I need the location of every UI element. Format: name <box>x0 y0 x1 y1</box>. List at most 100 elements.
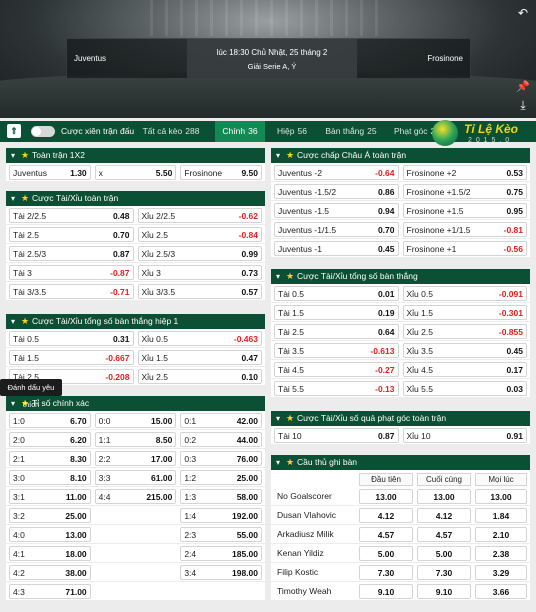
odds-cell[interactable]: 1:4 192.00 <box>180 508 262 523</box>
favorite-star-icon[interactable]: ★ <box>286 269 294 284</box>
odds-cell[interactable]: Tài 1.5 -0.667 <box>9 350 134 365</box>
scorer-odds-any[interactable]: 3.66 <box>475 584 527 599</box>
scorer-odds-first[interactable]: 13.00 <box>359 489 413 504</box>
scorer-odds-last[interactable]: 9.10 <box>417 584 471 599</box>
panel-header[interactable]: ▾★Tỉ số chính xác <box>6 396 265 411</box>
odds-cell[interactable]: 4:4 215.00 <box>94 489 177 504</box>
scorer-odds-last[interactable]: 4.57 <box>417 527 471 542</box>
odds-cell[interactable]: 1:2 25.00 <box>180 470 262 485</box>
odds-cell[interactable]: Xỉu 2.5 -0.84 <box>137 227 262 242</box>
odds-cell[interactable]: 4:0 13.00 <box>9 527 91 542</box>
odds-cell[interactable]: Xỉu 2.5 0.10 <box>137 369 262 384</box>
odds-cell[interactable]: 3:3 61.00 <box>94 470 177 485</box>
scorer-odds-last[interactable]: 7.30 <box>417 565 471 580</box>
panel-header[interactable]: ▾ ★ Cược Tài/Xỉu số quả phạt góc toàn trận <box>271 411 530 426</box>
odds-cell[interactable]: 2:3 55.00 <box>180 527 262 542</box>
panel-header[interactable]: ▾ ★ Cược Tài/Xỉu tổng số bàn thắng hiệp 1 <box>6 314 265 329</box>
odds-cell[interactable]: Xỉu 2.5 -0.855 <box>402 324 527 339</box>
odds-cell[interactable]: Xỉu 0.5 -0.091 <box>402 286 527 301</box>
odds-cell[interactable]: Tài 2/2.5 0.48 <box>9 208 134 223</box>
favorite-star-icon[interactable]: ★ <box>286 411 294 426</box>
favorite-star-icon[interactable]: ★ <box>21 191 29 206</box>
odds-cell[interactable]: Frosinone 9.50 <box>180 165 262 180</box>
favorite-star-icon[interactable]: ★ <box>286 455 294 470</box>
odds-cell[interactable]: 0:2 44.00 <box>180 432 262 447</box>
panel-header[interactable]: ▾ ★ Cược chấp Châu Á toàn trận <box>271 148 530 163</box>
scorer-odds-first[interactable]: 4.12 <box>359 508 413 523</box>
odds-cell[interactable]: Tài 5.5 -0.13 <box>274 381 399 396</box>
scorer-odds-any[interactable]: 13.00 <box>475 489 527 504</box>
scorer-odds-any[interactable]: 1.84 <box>475 508 527 523</box>
odds-cell[interactable]: Tài 2.5/3 0.87 <box>9 246 134 261</box>
odds-cell[interactable]: 2:0 6.20 <box>9 432 91 447</box>
odds-cell[interactable]: Tài 2.5 0.64 <box>274 324 399 339</box>
odds-cell[interactable]: 3:4 198.00 <box>180 565 262 580</box>
tab-half[interactable]: Hiệp 56 <box>270 121 314 142</box>
odds-cell[interactable]: Xỉu 3/3.5 0.57 <box>137 284 262 299</box>
scorer-odds-first[interactable]: 4.57 <box>359 527 413 542</box>
odds-cell[interactable]: 1:1 8.50 <box>94 432 177 447</box>
favorite-star-icon[interactable]: ★ <box>286 148 294 163</box>
odds-cell[interactable]: Tài 3.5 -0.613 <box>274 343 399 358</box>
odds-cell[interactable]: Xỉu 1.5 0.47 <box>137 350 262 365</box>
odds-cell[interactable]: Xỉu 3.5 0.45 <box>402 343 527 358</box>
odds-cell[interactable]: 1:3 58.00 <box>180 489 262 504</box>
odds-cell[interactable]: Frosinone +1.5 0.95 <box>402 203 527 218</box>
odds-cell[interactable]: Xỉu 5.5 0.03 <box>402 381 527 396</box>
odds-cell[interactable]: Tài 3/3.5 -0.71 <box>9 284 134 299</box>
odds-cell[interactable]: Xỉu 3 0.73 <box>137 265 262 280</box>
odds-cell[interactable]: 3:2 25.00 <box>9 508 91 523</box>
favorite-star-icon[interactable]: ★ <box>21 314 29 329</box>
odds-cell[interactable]: Tài 0.5 0.31 <box>9 331 134 346</box>
scorer-odds-first[interactable]: 5.00 <box>359 546 413 561</box>
odds-cell[interactable]: 2:4 185.00 <box>180 546 262 561</box>
scorer-odds-last[interactable]: 4.12 <box>417 508 471 523</box>
odds-cell[interactable]: Tài 1.5 0.19 <box>274 305 399 320</box>
odds-cell[interactable]: Tài 2.5 0.70 <box>9 227 134 242</box>
odds-cell[interactable]: Juventus -2 -0.64 <box>274 165 399 180</box>
favorite-star-icon[interactable]: ★ <box>21 148 29 163</box>
odds-cell[interactable]: x 5.50 <box>94 165 177 180</box>
back-icon[interactable]: ↶ <box>516 6 530 20</box>
odds-cell[interactable]: Xỉu 2.5/3 0.99 <box>137 246 262 261</box>
odds-cell[interactable]: 2:2 17.00 <box>94 451 177 466</box>
scorer-odds-any[interactable]: 3.29 <box>475 565 527 580</box>
accumulator-toggle[interactable] <box>31 126 55 137</box>
odds-cell[interactable]: Juventus -1/1.5 0.70 <box>274 222 399 237</box>
odds-cell[interactable]: 0:3 76.00 <box>180 451 262 466</box>
pin-icon[interactable]: 📌 <box>516 80 530 94</box>
odds-cell[interactable]: Frosinone +2 0.53 <box>402 165 527 180</box>
tab-main[interactable]: Chính 36 <box>215 121 265 142</box>
odds-cell[interactable]: Xỉu 2/2.5 -0.62 <box>137 208 262 223</box>
scorer-odds-first[interactable]: 9.10 <box>359 584 413 599</box>
odds-cell[interactable]: Tài 10 0.87 <box>274 428 399 443</box>
odds-cell[interactable]: 4:3 71.00 <box>9 584 91 599</box>
odds-cell[interactable]: 4:1 18.00 <box>9 546 91 561</box>
odds-cell[interactable]: Frosinone +1.5/2 0.75 <box>402 184 527 199</box>
tab-all-markets[interactable]: Tất cả kèo 288 <box>134 121 208 142</box>
odds-cell[interactable]: Tài 0.5 0.01 <box>274 286 399 301</box>
odds-cell[interactable]: Xỉu 0.5 -0.463 <box>137 331 262 346</box>
scorer-odds-any[interactable]: 2.38 <box>475 546 527 561</box>
odds-cell[interactable]: Xỉu 4.5 0.17 <box>402 362 527 377</box>
odds-cell[interactable]: 0:0 15.00 <box>94 413 177 428</box>
scorer-odds-last[interactable]: 5.00 <box>417 546 471 561</box>
odds-cell[interactable]: 3:0 8.10 <box>9 470 91 485</box>
tab-goals[interactable]: Bàn thắng 25 <box>318 121 384 142</box>
panel-header[interactable]: ▾ ★ Toàn trận 1X2 <box>6 148 265 163</box>
odds-cell[interactable]: Frosinone +1/1.5 -0.81 <box>402 222 527 237</box>
odds-cell[interactable]: Xỉu 1.5 -0.301 <box>402 305 527 320</box>
scorer-odds-last[interactable]: 13.00 <box>417 489 471 504</box>
odds-cell[interactable]: 2:1 8.30 <box>9 451 91 466</box>
odds-cell[interactable]: Xỉu 10 0.91 <box>402 428 527 443</box>
odds-cell[interactable]: Juventus -1.5/2 0.86 <box>274 184 399 199</box>
odds-cell[interactable]: 4:2 38.00 <box>9 565 91 580</box>
scorer-odds-first[interactable]: 7.30 <box>359 565 413 580</box>
panel-header[interactable]: ▾ ★ Cầu thủ ghi bàn <box>271 455 530 470</box>
panel-header[interactable]: ▾ ★ Cược Tài/Xỉu tổng số bàn thắng <box>271 269 530 284</box>
odds-cell[interactable]: 0:1 42.00 <box>180 413 262 428</box>
odds-cell[interactable]: Tài 3 -0.87 <box>9 265 134 280</box>
download-icon[interactable]: ⤓ <box>516 98 530 112</box>
scorer-odds-any[interactable]: 2.10 <box>475 527 527 542</box>
odds-cell[interactable]: Tài 4.5 -0.27 <box>274 362 399 377</box>
